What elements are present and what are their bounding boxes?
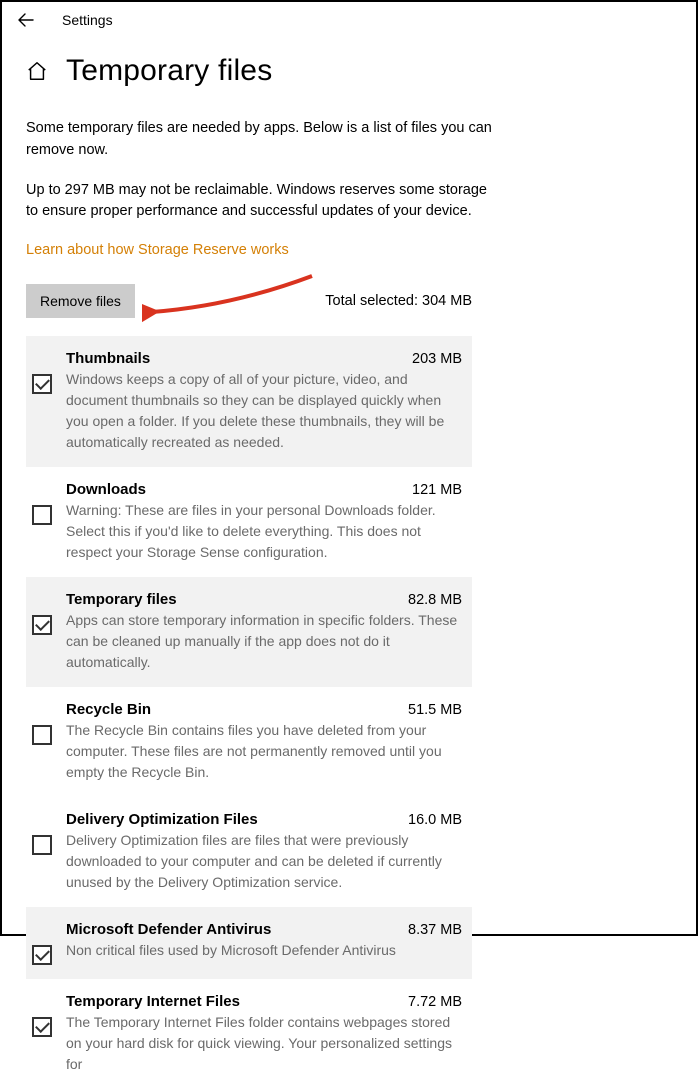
category-checkbox[interactable] [32, 1017, 52, 1037]
category-title: Temporary Internet Files [66, 993, 240, 1010]
file-category-list: Thumbnails 203 MB Windows keeps a copy of … [2, 336, 496, 1079]
category-body: Downloads 121 MB Warning: These are files … [66, 481, 462, 563]
category-head: Thumbnails 203 MB [66, 350, 462, 367]
category-title: Thumbnails [66, 350, 150, 367]
category-size: 203 MB [412, 351, 462, 367]
category-description: Warning: These are files in your persona… [66, 500, 462, 563]
category-checkbox[interactable] [32, 835, 52, 855]
category-head: Delivery Optimization Files 16.0 MB [66, 811, 462, 828]
category-size: 16.0 MB [408, 812, 462, 828]
category-title: Downloads [66, 481, 146, 498]
page-title: Temporary files [66, 54, 272, 88]
category-title: Recycle Bin [66, 701, 151, 718]
file-category-item: Thumbnails 203 MB Windows keeps a copy of … [26, 336, 472, 467]
category-head: Microsoft Defender Antivirus8.37 MB [66, 921, 462, 938]
category-head: Downloads 121 MB [66, 481, 462, 498]
category-title: Temporary files [66, 591, 177, 608]
intro-text-2: Up to 297 MB may not be reclaimable. Win… [26, 180, 498, 224]
category-description: Apps can store temporary information in … [66, 610, 462, 673]
file-category-item: Recycle Bin 51.5 MB The Recycle Bin contai… [26, 687, 472, 797]
file-category-item: Temporary Internet Files 7.72 MB The Tempo… [26, 979, 472, 1079]
page-header: Temporary files [2, 32, 696, 100]
category-checkbox[interactable] [32, 374, 52, 394]
file-category-item: Delivery Optimization Files16.0 MBDelive… [26, 797, 472, 907]
category-body: Recycle Bin 51.5 MB The Recycle Bin contai… [66, 701, 462, 783]
category-size: 121 MB [412, 482, 462, 498]
category-checkbox[interactable] [32, 505, 52, 525]
file-category-item: Temporary files 82.8 MB Apps can store tem… [26, 577, 472, 687]
category-size: 82.8 MB [408, 592, 462, 608]
home-icon[interactable] [26, 60, 48, 82]
intro-text-1: Some temporary files are needed by apps.… [26, 118, 498, 162]
category-head: Temporary files 82.8 MB [66, 591, 462, 608]
category-body: Microsoft Defender Antivirus8.37 MB Non c… [66, 921, 462, 961]
category-description: Windows keeps a copy of all of your pict… [66, 369, 462, 453]
storage-reserve-link[interactable]: Learn about how Storage Reserve works [26, 242, 289, 258]
annotation-arrow [142, 266, 322, 326]
back-arrow-icon[interactable] [18, 12, 34, 28]
category-body: Temporary Internet Files 7.72 MB The Tempo… [66, 993, 462, 1075]
action-row: Remove files Total selected: 304 MB [2, 258, 496, 336]
category-checkbox[interactable] [32, 725, 52, 745]
intro-section: Some temporary files are needed by apps.… [2, 100, 522, 258]
category-size: 51.5 MB [408, 702, 462, 718]
category-description: Non critical files used by Microsoft Def… [66, 940, 462, 961]
category-description: The Temporary Internet Files folder cont… [66, 1012, 462, 1075]
category-description: Delivery Optimization files are files th… [66, 830, 462, 893]
top-bar: Settings [2, 2, 696, 32]
remove-files-button[interactable]: Remove files [26, 284, 135, 318]
file-category-item: Downloads 121 MB Warning: These are files … [26, 467, 472, 577]
category-body: Delivery Optimization Files16.0 MBDelive… [66, 811, 462, 893]
category-body: Thumbnails 203 MB Windows keeps a copy of … [66, 350, 462, 453]
category-title: Microsoft Defender Antivirus [66, 921, 271, 938]
file-category-item: Microsoft Defender Antivirus8.37 MB Non c… [26, 907, 472, 979]
total-selected-label: Total selected: 304 MB [325, 293, 472, 309]
category-checkbox[interactable] [32, 945, 52, 965]
category-title: Delivery Optimization Files [66, 811, 258, 828]
category-body: Temporary files 82.8 MB Apps can store tem… [66, 591, 462, 673]
category-size: 7.72 MB [408, 994, 462, 1010]
category-checkbox[interactable] [32, 615, 52, 635]
category-description: The Recycle Bin contains files you have … [66, 720, 462, 783]
app-title: Settings [62, 12, 113, 28]
category-head: Temporary Internet Files 7.72 MB [66, 993, 462, 1010]
category-head: Recycle Bin 51.5 MB [66, 701, 462, 718]
